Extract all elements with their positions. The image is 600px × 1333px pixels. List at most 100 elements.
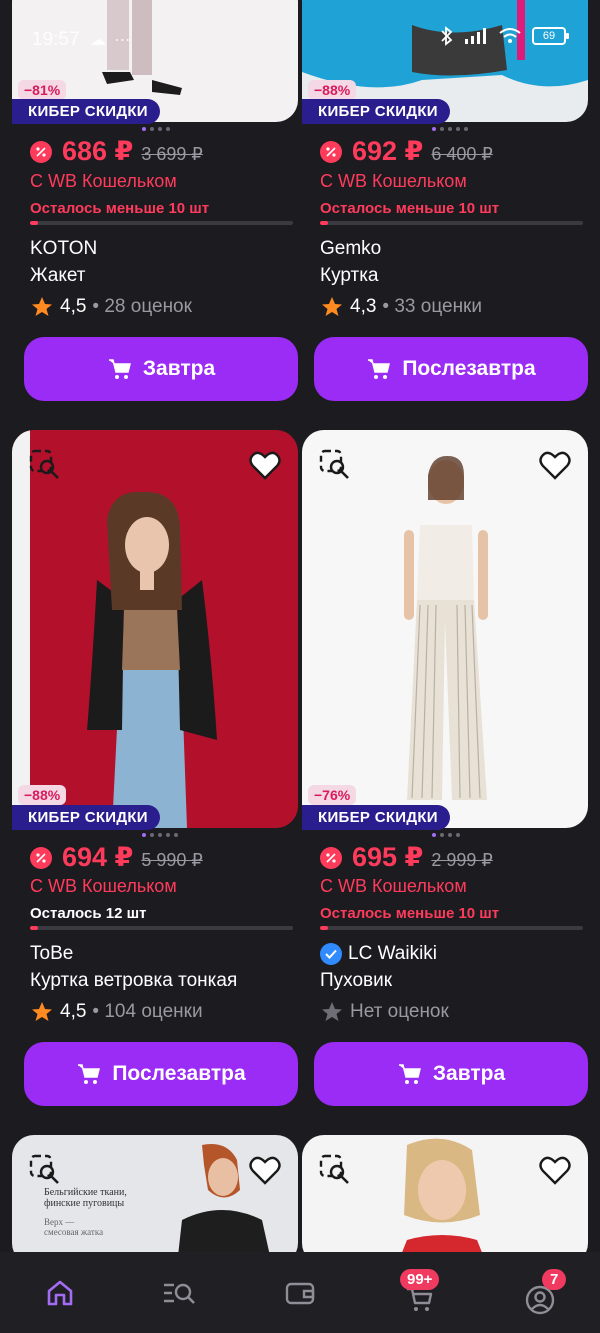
product-card[interactable]: −88% КИБЕР СКИДКИ 692 ₽ 6 400 ₽ С WB Кош…	[302, 0, 588, 410]
similar-search-button[interactable]	[26, 1151, 64, 1189]
similar-search-button[interactable]	[26, 446, 64, 484]
product-card[interactable]: −76% КИБЕР СКИДКИ 695 ₽ 2 999 ₽ С WB Кош…	[302, 430, 588, 1110]
similar-search-button[interactable]	[316, 1151, 354, 1189]
wallet-label: С WB Кошельком	[320, 876, 467, 896]
image-search-icon	[319, 1154, 349, 1184]
stock-label: Осталось 12 шт	[30, 905, 147, 922]
price: 695 ₽	[352, 842, 424, 872]
button-label: Послезавтра	[112, 1062, 246, 1085]
rating: 4,5 • 28 оценок	[30, 295, 192, 319]
star-icon	[322, 297, 342, 316]
favorite-button[interactable]	[246, 446, 284, 484]
button-label: Завтра	[142, 357, 216, 380]
price-row: 694 ₽ 5 990 ₽	[30, 842, 203, 873]
stock-label: Осталось меньше 10 шт	[320, 905, 500, 922]
cart-badge: 99+	[400, 1268, 440, 1290]
rating-count: • 104 оценки	[92, 1001, 203, 1022]
button-label: Послезавтра	[402, 357, 536, 380]
discount-badge-icon	[320, 846, 342, 869]
price-row: 695 ₽ 2 999 ₽	[320, 842, 493, 873]
stock-label: Осталось меньше 10 шт	[320, 200, 500, 217]
promo-tag: КИБЕР СКИДКИ	[12, 99, 160, 124]
heart-icon	[249, 1156, 281, 1185]
brand-name: ToBe	[30, 943, 74, 964]
stock-bar-fill	[30, 926, 38, 930]
discount-badge-icon	[320, 140, 342, 163]
brand: LC Waikiki	[320, 943, 437, 965]
product-photo[interactable]	[12, 430, 298, 828]
photo-pager	[142, 127, 170, 131]
stock-label: Осталось меньше 10 шт	[30, 200, 210, 217]
stock-bar-fill	[320, 221, 328, 225]
favorite-button[interactable]	[536, 446, 574, 484]
wallet-label: С WB Кошельком	[30, 876, 177, 896]
brand-name: KOTON	[30, 238, 98, 259]
cart-icon	[368, 359, 391, 379]
brand: ToBe	[30, 943, 73, 965]
nav-profile[interactable]: 7	[510, 1263, 570, 1323]
star-icon	[32, 1002, 52, 1021]
price: 692 ₽	[352, 136, 424, 166]
product-name: Пуховик	[320, 970, 393, 991]
stock-bar	[30, 221, 293, 225]
bottom-nav: 99+ 7	[0, 1252, 600, 1333]
discount-tag: −76%	[308, 785, 357, 805]
similar-search-button[interactable]	[316, 446, 354, 484]
verified-brand-icon	[320, 943, 342, 965]
rating-count: Нет оценок	[350, 1001, 449, 1022]
product-card[interactable]: Бельгийские ткани, финские пуговицы Верх…	[12, 1135, 298, 1265]
heart-icon	[249, 451, 281, 480]
photo-pager	[432, 127, 468, 131]
add-to-cart-button[interactable]: Завтра	[24, 337, 298, 401]
stock-bar-fill	[320, 926, 328, 930]
rating: 4,3 • 33 оценки	[320, 295, 482, 319]
discount-tag: −88%	[18, 785, 67, 805]
product-card[interactable]	[302, 1135, 588, 1265]
old-price: 2 999 ₽	[431, 850, 493, 870]
model-striped-trousers-image	[404, 455, 488, 800]
stock-bar	[320, 926, 583, 930]
nav-home[interactable]	[30, 1263, 90, 1323]
favorite-button[interactable]	[536, 1151, 574, 1189]
favorite-button[interactable]	[246, 1151, 284, 1189]
wallet-label: С WB Кошельком	[30, 171, 177, 191]
promo-tag: КИБЕР СКИДКИ	[302, 805, 450, 830]
discount-badge-icon	[30, 140, 52, 163]
add-to-cart-button[interactable]: Послезавтра	[314, 337, 588, 401]
old-price: 6 400 ₽	[431, 144, 493, 164]
heart-icon	[539, 1156, 571, 1185]
add-to-cart-button[interactable]: Послезавтра	[24, 1042, 298, 1106]
promo-tag: КИБЕР СКИДКИ	[302, 99, 450, 124]
brand: KOTON	[30, 238, 97, 260]
wallet-icon	[285, 1282, 315, 1304]
brand-name: Gemko	[320, 238, 382, 259]
home-icon	[47, 1280, 73, 1305]
button-label: Завтра	[432, 1062, 506, 1085]
rating-value: 4,5	[60, 1001, 87, 1022]
cart-icon	[398, 1064, 421, 1084]
product-card[interactable]: −81% КИБЕР СКИДКИ 686 ₽ 3 699 ₽ С WB Кош…	[12, 0, 298, 410]
price-row: 686 ₽ 3 699 ₽	[30, 136, 203, 167]
nav-wallet[interactable]	[270, 1263, 330, 1323]
star-icon	[32, 297, 52, 316]
product-name: Жакет	[30, 265, 86, 286]
stock-bar	[30, 926, 293, 930]
product-photo[interactable]	[302, 430, 588, 828]
price: 686 ₽	[62, 136, 134, 166]
price-row: 692 ₽ 6 400 ₽	[320, 136, 493, 167]
brand-name: LC Waikiki	[348, 943, 438, 964]
discount-tag: −81%	[18, 80, 67, 100]
nav-cart[interactable]: 99+	[390, 1263, 450, 1323]
rating-count: • 33 оценки	[382, 296, 482, 317]
photo-pager	[142, 833, 178, 837]
nav-catalog[interactable]	[150, 1263, 210, 1323]
stock-bar	[320, 221, 583, 225]
old-price: 5 990 ₽	[141, 850, 203, 870]
wallet-label: С WB Кошельком	[320, 171, 467, 191]
product-card[interactable]: −88% КИБЕР СКИДКИ 694 ₽ 5 990 ₽ С WB Кош…	[12, 430, 298, 1110]
add-to-cart-button[interactable]: Завтра	[314, 1042, 588, 1106]
old-price: 3 699 ₽	[141, 144, 203, 164]
rating-value: 4,3	[350, 296, 377, 317]
cart-icon	[108, 359, 131, 379]
discount-tag: −88%	[308, 80, 357, 100]
